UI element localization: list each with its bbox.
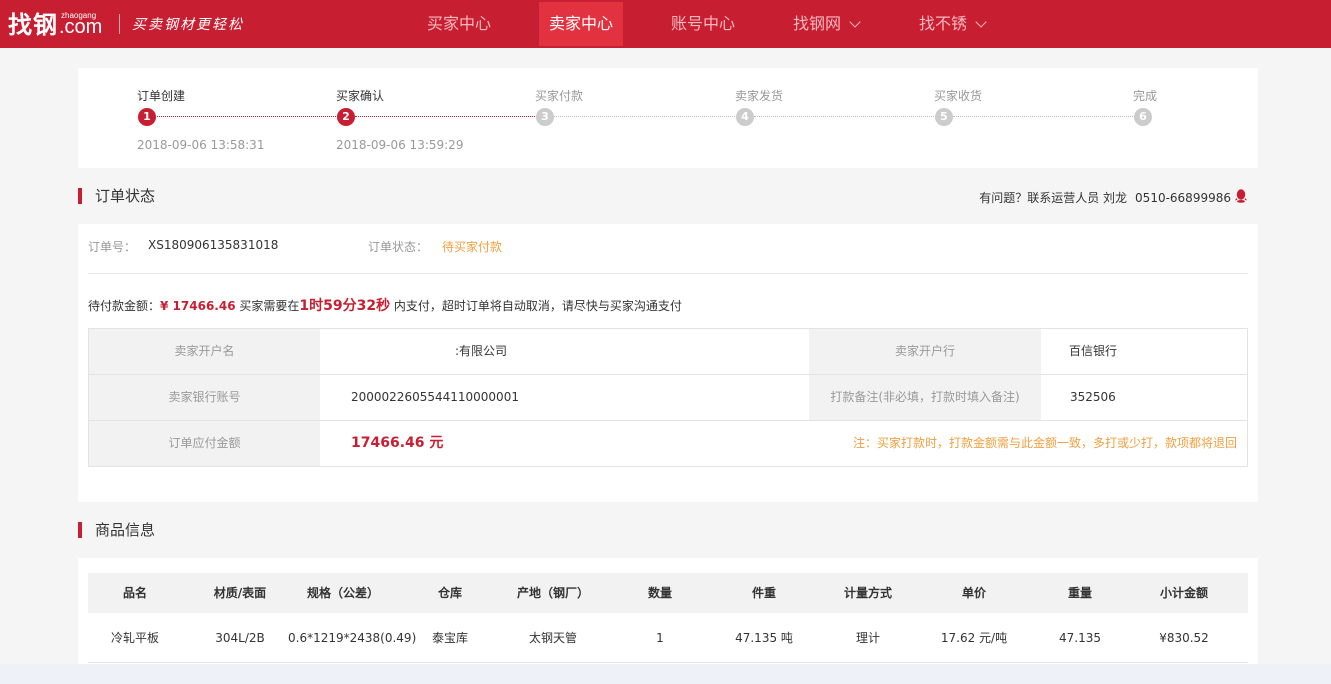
chevron-down-icon [849,16,861,28]
cell-material: 304L/2B [215,631,265,645]
cell-weight: 47.135 [1059,631,1101,645]
table-header: 品名 材质/表面 规格（公差） 仓库 产地（钢厂） 数量 件重 计量方式 单价 … [88,573,1248,613]
nav-buyer-center[interactable]: 买家中心 [417,0,501,48]
step-label-buyer-receive: 买家收货 [934,89,983,103]
qq-icon[interactable] [1235,189,1247,203]
order-status-card: 订单号： XS180906135831018 订单状态： 待买家付款 待付款金额… [78,224,1258,502]
order-status-label: 订单状态： [368,240,429,254]
chevron-down-icon [975,16,987,28]
slogan: 买卖钢材更轻松 [132,17,244,33]
order-status-value: 待买家付款 [442,240,503,254]
step-dot-2: 2 [337,108,355,126]
table-row: 卖家开户名 :有限公司 卖家开户行 百信银行 [89,329,1247,375]
logo-divider [119,14,120,34]
payment-table: 卖家开户名 :有限公司 卖家开户行 百信银行 卖家银行账号 2000022605… [88,328,1248,467]
seller-bank: 百信银行 [1069,344,1118,358]
nav-seller-center[interactable]: 卖家中心 [539,2,624,46]
cell-subtotal: ¥830.52 [1159,631,1209,645]
step-label-buyer-confirm: 买家确认 [336,89,385,103]
contact-text: 有问题？联系运营人员 刘龙 [979,191,1128,205]
col-spec: 规格（公差） [306,586,379,600]
step-dot-5: 5 [935,108,953,126]
seller-account-name-label: 卖家开户名 [89,329,320,374]
pay-amount: ¥ 17466.46 [160,299,236,313]
remark-value: 352506 [1070,390,1116,404]
cell-unit-price: 17.62 元/吨 [940,631,1008,645]
logo-text: 找钢 [8,11,58,39]
pay-mid: 买家需要在 [235,299,300,313]
col-warehouse: 仓库 [437,586,462,600]
col-piece-weight: 件重 [751,586,776,600]
step-label-created: 订单创建 [137,89,186,103]
page: 找钢 zhaogang .com 买卖钢材更轻松 买家中心 卖家中心 账号中心 … [0,0,1331,664]
col-name: 品名 [122,586,147,600]
nav-zhaobuxiu[interactable]: 找不锈 [909,0,995,48]
cell-name: 冷轧平板 [110,631,159,645]
nav-account-center[interactable]: 账号中心 [661,0,745,48]
logo-pinyin: zhaogang [61,11,97,20]
step-connector [155,116,338,117]
step-dot-6: 6 [1134,108,1152,126]
logo-domain: zhaogang .com [59,11,102,40]
cell-quantity: 1 [656,631,664,645]
col-material: 材质/表面 [213,586,267,600]
section-title: 订单状态 [95,187,156,205]
seller-account-name: :有限公司 [455,344,508,358]
site-logo[interactable]: 找钢 zhaogang .com [8,8,102,40]
top-header: 找钢 zhaogang .com 买卖钢材更轻松 买家中心 卖家中心 账号中心 … [0,0,1331,48]
cell-spec: 0.6*1219*2438(0.49) [288,631,417,645]
section-marker [78,522,82,538]
step-label-seller-ship: 卖家发货 [735,89,784,103]
step-label-complete: 完成 [1133,89,1158,103]
section-title: 商品信息 [95,521,156,539]
step-label-buyer-pay: 买家付款 [535,89,584,103]
col-subtotal: 小计金额 [1159,586,1208,600]
payable-amount: 17466.46 元 [351,435,444,451]
table-row: 卖家银行账号 2000022605544110000001 打款备注(非必填，打… [89,375,1247,421]
step-connector [754,116,936,117]
cell-warehouse: 泰宝库 [431,631,468,645]
payable-label: 订单应付金额 [89,421,320,466]
section-marker [78,188,82,204]
goods-table: 品名 材质/表面 规格（公差） 仓库 产地（钢厂） 数量 件重 计量方式 单价 … [78,558,1258,664]
order-progress: 订单创建 买家确认 买家付款 卖家发货 买家收货 完成 1 2 3 4 5 6 … [78,68,1258,168]
col-unit-price: 单价 [961,586,986,600]
contact-phone: 0510-66899986 [1135,191,1231,205]
contact-info: 有问题？联系运营人员 刘龙 0510-66899986 [979,189,1247,206]
col-measure: 计量方式 [843,586,892,600]
pay-prefix: 待付款金额： [88,299,161,313]
seller-account-no-label: 卖家银行账号 [89,375,320,420]
pay-suffix: 内支付，超时订单将自动取消，请尽快与买家沟通支付 [390,299,682,313]
divider [88,273,1248,274]
remark-label: 打款备注(非必填，打款时填入备注) [809,375,1041,420]
col-quantity: 数量 [647,586,672,600]
cell-origin: 太钢天管 [528,631,577,645]
payable-note: 注：买家打款时，打款金额需与此金额一致，多打或少打，款项都将退回 [852,436,1237,450]
cell-measure: 理计 [855,631,880,645]
order-no-label: 订单号： [88,240,137,254]
payment-notice: 待付款金额：¥ 17466.46 买家需要在1时59分32秒 内支付，超时订单将… [88,295,682,315]
seller-account-no: 2000022605544110000001 [351,390,519,404]
step-connector [953,116,1135,117]
pay-countdown: 1时59分32秒 [299,298,391,314]
col-origin: 产地（钢厂） [516,586,589,600]
cell-piece-weight: 47.135 吨 [735,631,793,645]
step-time-created: 2018-09-06 13:58:31 [137,138,265,152]
col-weight: 重量 [1067,586,1092,600]
step-dot-1: 1 [138,108,156,126]
seller-bank-label: 卖家开户行 [809,329,1041,374]
step-connector [554,116,737,117]
table-row: 订单应付金额 17466.46 元 注：买家打款时，打款金额需与此金额一致，多打… [89,421,1247,467]
order-no-value: XS180906135831018 [148,238,279,252]
step-time-buyer-confirm: 2018-09-06 13:59:29 [336,138,464,152]
step-dot-3: 3 [536,108,554,126]
step-connector [355,116,537,117]
table-row: 冷轧平板 304L/2B 0.6*1219*2438(0.49) 泰宝库 太钢天… [88,613,1248,663]
nav-zhaogang[interactable]: 找钢网 [783,0,869,48]
step-dot-4: 4 [736,108,754,126]
